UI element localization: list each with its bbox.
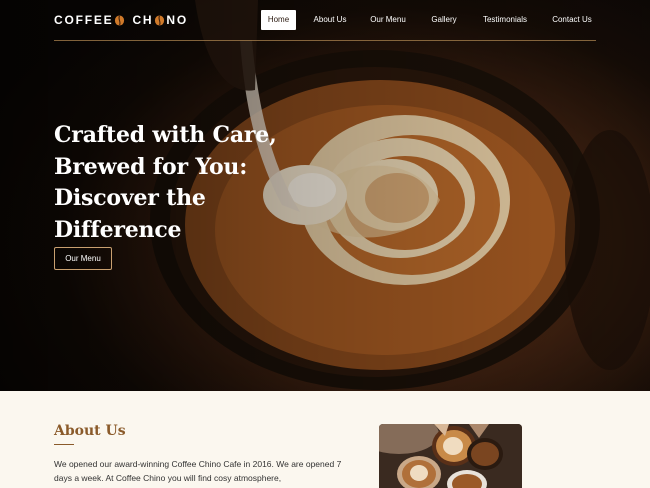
hero-title: Crafted with Care, Brewed for You: Disco… [54, 122, 277, 243]
about-text: We opened our award-winning Coffee Chino… [54, 459, 342, 483]
logo-text-left: COFFEE [54, 13, 114, 27]
coffee-cups-cheers-image [379, 424, 522, 488]
our-menu-button[interactable]: Our Menu [54, 247, 112, 270]
about-section: About Us We opened our award-winning Cof… [0, 391, 650, 488]
coffee-bean-icon [155, 14, 165, 26]
about-title: About Us [54, 423, 126, 439]
logo-text-end: NO [166, 13, 189, 27]
about-title-underline [54, 444, 74, 445]
nav-item-home[interactable]: Home [261, 10, 296, 30]
hero-section: Crafted with Care, Brewed for You: Disco… [0, 0, 650, 391]
logo-text-right: CH [132, 13, 154, 27]
nav-item-our-menu[interactable]: Our Menu [366, 10, 410, 30]
brand-logo[interactable]: COFFEE CH NO [54, 13, 188, 27]
nav-item-contact-us[interactable]: Contact Us [547, 10, 597, 30]
nav-item-gallery[interactable]: Gallery [426, 10, 462, 30]
nav-divider [54, 40, 596, 41]
coffee-bean-icon [115, 14, 125, 26]
nav-item-testimonials[interactable]: Testimonials [477, 10, 533, 30]
top-navigation: COFFEE CH NO Home About Us Our Menu Gall… [0, 0, 650, 41]
nav-item-about-us[interactable]: About Us [308, 10, 352, 30]
